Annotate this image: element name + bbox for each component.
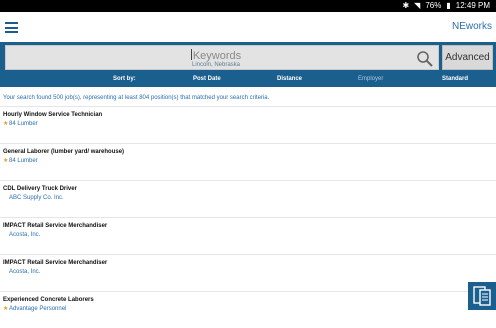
- job-title[interactable]: CDL Delivery Truck Driver: [3, 186, 77, 192]
- advanced-search-button[interactable]: Advanced: [442, 45, 493, 70]
- job-row[interactable]: CDL Delivery Truck Driver ABC Supply Co.…: [0, 180, 496, 217]
- status-bar: ✱ ◥ 76% ▮ 12:49 PM: [0, 0, 496, 12]
- job-company[interactable]: Advantage Personnel: [9, 306, 66, 312]
- keywords-placeholder: Keywords: [192, 50, 242, 62]
- sort-label: Sort by:: [113, 76, 136, 82]
- job-row[interactable]: Hourly Window Service Technician ★ 84 Lu…: [0, 106, 496, 143]
- results-list: Hourly Window Service Technician ★ 84 Lu…: [0, 106, 496, 328]
- keywords-field[interactable]: Keywords: [6, 49, 426, 62]
- brand-logo: NEworks: [451, 21, 492, 32]
- battery-percent: 76%: [425, 1, 442, 10]
- wifi-icon: ◥: [414, 1, 421, 10]
- job-title[interactable]: Experienced Concrete Laborers: [3, 297, 94, 303]
- job-row[interactable]: IMPACT Retail Service Merchandiser Acost…: [0, 254, 496, 291]
- saved-jobs-button[interactable]: [468, 282, 496, 310]
- sort-distance[interactable]: Distance: [277, 76, 302, 82]
- sort-post-date[interactable]: Post Date: [193, 76, 221, 82]
- search-icon[interactable]: [416, 50, 434, 68]
- star-icon: ★: [3, 158, 9, 164]
- job-title[interactable]: Hourly Window Service Technician: [3, 112, 102, 118]
- job-row[interactable]: IMPACT Retail Service Merchandiser Acost…: [0, 217, 496, 254]
- job-company[interactable]: 84 Lumber: [9, 158, 38, 164]
- search-input[interactable]: Keywords Lincoln, Nebraska: [5, 45, 439, 70]
- sort-bar: Sort by: Post Date Distance Employer Sta…: [0, 72, 496, 87]
- sort-standard[interactable]: Standard: [442, 76, 468, 82]
- job-company[interactable]: 84 Lumber: [9, 121, 38, 127]
- menu-icon[interactable]: [5, 22, 18, 33]
- job-company[interactable]: ABC Supply Co. Inc.: [9, 195, 64, 201]
- star-icon: ★: [3, 306, 9, 312]
- location-text: Lincoln, Nebraska: [191, 62, 241, 68]
- job-title[interactable]: IMPACT Retail Service Merchandiser: [3, 223, 107, 229]
- status-time: 12:49 PM: [455, 1, 490, 10]
- battery-icon: ▮: [446, 1, 451, 10]
- search-band: Keywords Lincoln, Nebraska Advanced: [0, 42, 496, 72]
- star-icon: ★: [3, 121, 9, 127]
- clipboard-icon: [473, 286, 491, 306]
- job-company[interactable]: Acosta, Inc.: [9, 232, 40, 238]
- job-title[interactable]: IMPACT Retail Service Merchandiser: [3, 260, 107, 266]
- job-company[interactable]: Acosta, Inc.: [9, 269, 40, 275]
- job-row[interactable]: General Laborer (lumber yard/ warehouse)…: [0, 143, 496, 180]
- app-bar: NEworks: [0, 12, 496, 42]
- results-summary: Your search found 500 job(s), representi…: [3, 95, 270, 101]
- bluetooth-icon: ✱: [402, 1, 410, 10]
- sort-employer[interactable]: Employer: [358, 76, 383, 82]
- job-title[interactable]: General Laborer (lumber yard/ warehouse): [3, 149, 124, 155]
